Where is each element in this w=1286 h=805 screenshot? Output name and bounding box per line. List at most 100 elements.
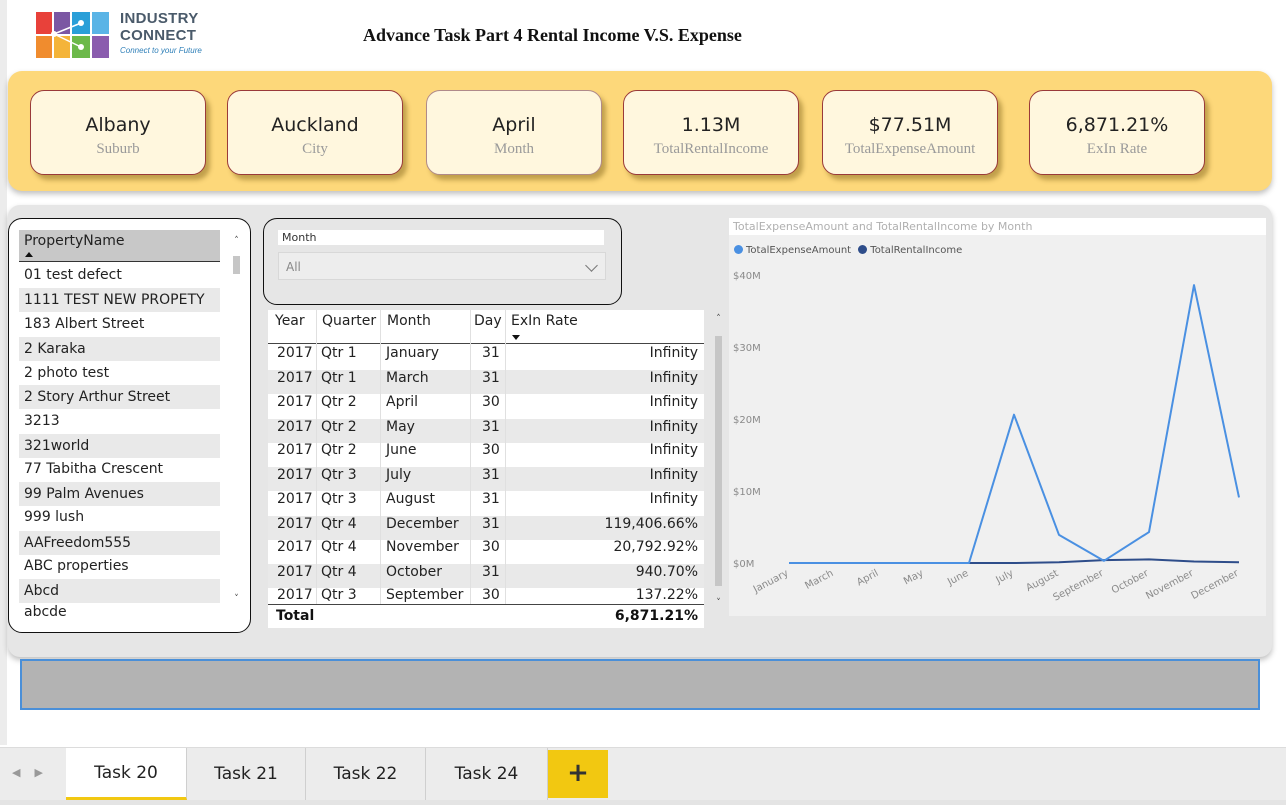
- table-row[interactable]: 2017 Qtr 3 July 31 Infinity: [268, 467, 704, 491]
- cell-month: July: [386, 467, 412, 483]
- property-item[interactable]: 321world: [19, 434, 220, 458]
- column-header-year[interactable]: Year: [275, 313, 305, 329]
- cell-day: 30: [482, 394, 500, 410]
- property-item[interactable]: 1111 TEST NEW PROPETY: [19, 288, 220, 312]
- cell-day: 30: [482, 539, 500, 555]
- card-label: ExIn Rate: [1086, 141, 1148, 157]
- cell-day: 30: [482, 442, 500, 458]
- property-item[interactable]: 99 Palm Avenues: [19, 482, 220, 506]
- card-suburb[interactable]: Albany Suburb: [30, 90, 206, 175]
- scroll-thumb[interactable]: [233, 256, 240, 274]
- x-tick-label: March: [803, 568, 835, 592]
- column-header-exin-rate[interactable]: ExIn Rate: [511, 313, 578, 329]
- cell-quarter: Qtr 2: [321, 419, 357, 435]
- cell-quarter: Qtr 2: [321, 394, 357, 410]
- table-scrollbar[interactable]: ˄ ˅: [713, 314, 724, 612]
- property-slicer-header[interactable]: PropertyName: [19, 230, 220, 262]
- tab-nav-arrows[interactable]: ◀▶: [12, 766, 57, 779]
- cell-year: 2017: [277, 564, 313, 580]
- cell-year: 2017: [277, 345, 313, 361]
- scroll-down-icon[interactable]: ˅: [232, 594, 241, 604]
- x-tick-label: January: [751, 568, 791, 596]
- chart-title: TotalExpenseAmount and TotalRentalIncome…: [733, 220, 1033, 233]
- cell-month: January: [386, 345, 440, 361]
- cell-year: 2017: [277, 419, 313, 435]
- chevron-right-icon[interactable]: ▶: [34, 766, 56, 779]
- property-item[interactable]: abcde: [19, 602, 220, 622]
- cell-exin-rate: Infinity: [649, 394, 698, 410]
- report-title: Advance Task Part 4 Rental Income V.S. E…: [363, 25, 742, 45]
- table-row[interactable]: 2017 Qtr 3 August 31 Infinity: [268, 491, 704, 515]
- y-tick-label: $40M: [733, 271, 761, 282]
- table-row[interactable]: 2017 Qtr 2 June 30 Infinity: [268, 442, 704, 466]
- month-dropdown-value: All: [286, 260, 301, 274]
- legend-item-income[interactable]: TotalRentalIncome: [858, 245, 962, 256]
- property-item[interactable]: 77 Tabitha Crescent: [19, 457, 220, 481]
- cell-year: 2017: [277, 467, 313, 483]
- card-label: City: [302, 141, 328, 157]
- column-header-month[interactable]: Month: [387, 313, 431, 329]
- card-label: TotalExpenseAmount: [844, 141, 976, 157]
- tab-task-22[interactable]: Task 22: [306, 748, 426, 800]
- column-divider: [505, 310, 506, 604]
- property-item[interactable]: Abcd: [19, 579, 220, 603]
- cell-quarter: Qtr 4: [321, 539, 357, 555]
- table-row[interactable]: 2017 Qtr 2 May 31 Infinity: [268, 419, 704, 443]
- cell-month: October: [386, 564, 443, 580]
- legend-item-expense[interactable]: TotalExpenseAmount: [734, 245, 851, 256]
- month-dropdown[interactable]: All: [278, 252, 606, 280]
- property-item[interactable]: 2 Story Arthur Street: [19, 385, 220, 409]
- chart-legend: TotalExpenseAmount TotalRentalIncome: [734, 245, 966, 256]
- scroll-thumb[interactable]: [715, 336, 722, 586]
- property-item[interactable]: 2 photo test: [19, 361, 220, 385]
- table-row[interactable]: 2017 Qtr 1 January 31 Infinity: [268, 345, 704, 369]
- y-tick-label: $30M: [733, 343, 761, 354]
- card-city[interactable]: Auckland City: [227, 90, 403, 175]
- x-tick-label: December: [1189, 568, 1241, 602]
- property-item[interactable]: 3213: [19, 409, 220, 433]
- property-item[interactable]: AAFreedom555: [19, 531, 220, 555]
- card-label: TotalRentalIncome: [653, 141, 769, 157]
- cell-year: 2017: [277, 491, 313, 507]
- add-page-button[interactable]: +: [548, 750, 608, 798]
- scroll-up-icon[interactable]: ˄: [232, 236, 241, 246]
- table-row[interactable]: 2017 Qtr 4 November 30 20,792.92%: [268, 539, 704, 563]
- chevron-down-icon: [585, 259, 598, 272]
- card-value: $77.51M: [868, 114, 952, 136]
- tab-task-20[interactable]: Task 20: [66, 748, 187, 800]
- cell-quarter: Qtr 1: [321, 370, 357, 386]
- table-row[interactable]: 2017 Qtr 2 April 30 Infinity: [268, 394, 704, 418]
- legend-label: TotalExpenseAmount: [746, 245, 852, 256]
- property-item[interactable]: 2 Karaka: [19, 337, 220, 361]
- table-row[interactable]: 2017 Qtr 1 March 31 Infinity: [268, 370, 704, 394]
- total-divider: [268, 604, 704, 605]
- cell-quarter: Qtr 2: [321, 442, 357, 458]
- selected-visual-placeholder[interactable]: [20, 659, 1260, 710]
- property-item[interactable]: 01 test defect: [19, 263, 220, 287]
- tab-task-21[interactable]: Task 21: [187, 748, 306, 800]
- property-scrollbar[interactable]: ˄ ˅: [232, 236, 241, 608]
- cell-exin-rate: 940.70%: [635, 564, 698, 580]
- property-item[interactable]: ABC properties: [19, 554, 220, 578]
- cell-day: 31: [482, 564, 500, 580]
- card-total-rental-income[interactable]: 1.13M TotalRentalIncome: [623, 90, 799, 175]
- tab-task-24[interactable]: Task 24: [426, 748, 548, 800]
- scroll-up-icon[interactable]: ˄: [713, 314, 724, 324]
- scroll-down-icon[interactable]: ˅: [713, 598, 724, 608]
- card-total-expense-amount[interactable]: $77.51M TotalExpenseAmount: [822, 90, 998, 175]
- column-header-day[interactable]: Day: [474, 313, 502, 329]
- cell-exin-rate: Infinity: [649, 467, 698, 483]
- card-exin-rate[interactable]: 6,871.21% ExIn Rate: [1029, 90, 1205, 175]
- cell-year: 2017: [277, 539, 313, 555]
- chevron-left-icon[interactable]: ◀: [12, 766, 34, 779]
- sort-descending-icon: [512, 335, 520, 340]
- cell-month: November: [386, 539, 459, 555]
- property-item[interactable]: 183 Albert Street: [19, 312, 220, 336]
- company-logo: INDUSTRY CONNECT Connect to your Future: [34, 8, 214, 62]
- card-month[interactable]: April Month: [426, 90, 602, 175]
- table-row[interactable]: 2017 Qtr 3 September 30 137.22%: [268, 587, 704, 604]
- column-header-quarter[interactable]: Quarter: [322, 313, 376, 329]
- property-item[interactable]: 999 lush: [19, 505, 220, 529]
- table-row[interactable]: 2017 Qtr 4 October 31 940.70%: [268, 564, 704, 588]
- table-row[interactable]: 2017 Qtr 4 December 31 119,406.66%: [268, 516, 704, 540]
